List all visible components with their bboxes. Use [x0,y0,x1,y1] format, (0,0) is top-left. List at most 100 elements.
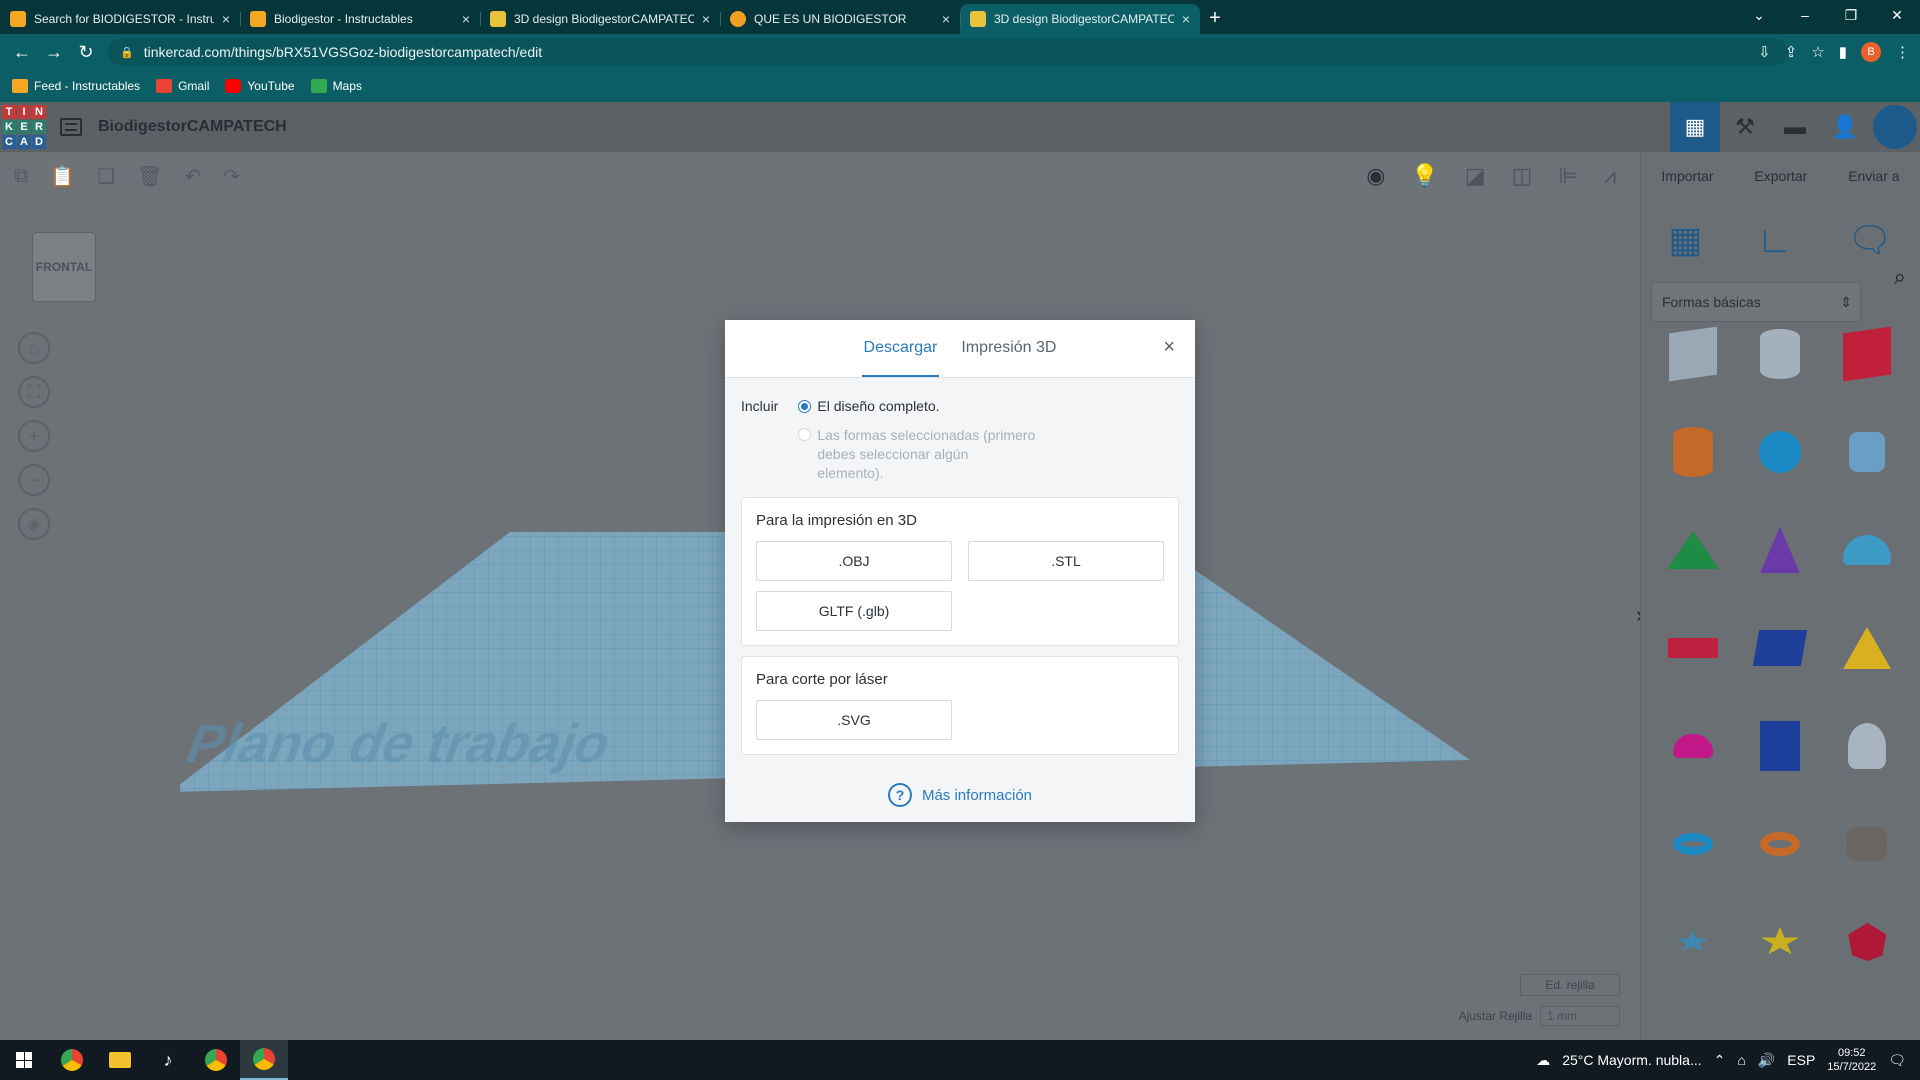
tab-close-icon[interactable]: × [702,11,710,27]
side-panel-icon[interactable]: ▮ [1839,43,1847,61]
back-arrow-icon[interactable]: ← [6,42,38,63]
file-explorer-icon[interactable] [96,1040,144,1080]
send-to-button[interactable]: Enviar a [1848,168,1899,184]
user-avatar[interactable] [1873,105,1917,149]
shapes-category-select[interactable]: Formas básicas ⇕ [1651,282,1861,322]
bricks-icon[interactable]: ▬ [1770,102,1820,152]
import-button[interactable]: Importar [1661,168,1713,184]
tinkercad-logo[interactable]: T I N K E R C A D [2,105,46,149]
volume-icon[interactable]: 🔊 [1758,1052,1775,1069]
browser-tab[interactable]: Search for BIODIGESTOR - Instruc × [0,4,240,34]
profile-avatar[interactable]: B [1861,42,1881,62]
tiktok-icon[interactable]: ♪ [144,1040,192,1080]
notes-icon[interactable]: ◉ [1366,163,1385,189]
kebab-menu-icon[interactable]: ⋮ [1895,43,1910,61]
shape-star[interactable] [1649,910,1736,974]
radio-selected-icon[interactable] [798,400,812,413]
blocks-pickaxe-icon[interactable]: ⚒ [1720,102,1770,152]
view-cube[interactable]: FRONTAL [32,232,96,302]
shape-sphere[interactable] [1736,420,1823,484]
install-icon[interactable]: ⇩ [1758,43,1771,61]
tray-chevron-icon[interactable]: ⌃ [1714,1052,1726,1069]
copy-icon[interactable]: ⧉ [14,165,28,188]
workplane-tool-icon[interactable]: ▦ [1668,219,1702,261]
chrome-taskbar-icon[interactable] [48,1040,96,1080]
tab-close-icon[interactable]: × [942,11,950,27]
start-button[interactable] [0,1040,48,1080]
shape-cone[interactable] [1736,518,1823,582]
close-icon[interactable]: × [1163,336,1175,359]
shape-cylinder[interactable] [1649,420,1736,484]
shape-box-hole[interactable] [1649,322,1736,386]
weather-text[interactable]: 25°C Mayorm. nubla... [1562,1052,1701,1068]
chrome-active-icon[interactable] [240,1040,288,1080]
search-icon[interactable]: ⌕ [1894,264,1906,290]
weather-cloud-icon[interactable]: ☁ [1536,1052,1550,1069]
stl-button[interactable]: .STL [968,541,1164,581]
minimize-icon[interactable]: – [1782,0,1828,30]
home-view-icon[interactable]: ⌂ [18,332,50,364]
snap-grid-select[interactable]: 1 mm [1540,1006,1620,1026]
shape-round-roof[interactable] [1824,518,1911,582]
zoom-out-icon[interactable]: − [18,464,50,496]
browser-tab-active[interactable]: 3D design BiodigestorCAMPATEC × [960,4,1200,34]
notifications-icon[interactable]: 🗨 [1888,1052,1906,1069]
more-info-link[interactable]: ? Más información [741,783,1179,807]
url-input[interactable]: 🔒 tinkercad.com/things/bRX51VGSGoz-biodi… [108,38,1788,66]
ungroup-icon[interactable]: ◫ [1512,163,1533,189]
duplicate-icon[interactable]: ❏ [97,164,115,189]
tab-3d-print[interactable]: Impresión 3D [959,339,1058,377]
shape-roof[interactable] [1649,518,1736,582]
new-tab-button[interactable]: + [1200,4,1230,34]
undo-icon[interactable]: ↶ [185,164,202,189]
paste-icon[interactable]: 📋 [50,164,75,189]
design-menu-icon[interactable] [60,118,82,136]
browser-tab[interactable]: QUE ES UN BIODIGESTOR × [720,4,960,34]
gltf-button[interactable]: GLTF (.glb) [756,591,952,631]
shape-heart[interactable] [1824,812,1911,876]
3d-view-grid-icon[interactable]: ▦ [1670,102,1720,152]
notes-tool-icon[interactable]: 🗨 [1847,219,1893,261]
shape-polygon[interactable] [1736,714,1823,778]
shape-scribble[interactable] [1824,420,1911,484]
bookmark-maps[interactable]: Maps [310,79,362,93]
clock[interactable]: 09:52 15/7/2022 [1827,1046,1876,1074]
svg-button[interactable]: .SVG [756,700,952,740]
bookmark-feed-instructables[interactable]: Feed - Instructables [12,79,140,93]
shape-torus[interactable] [1649,812,1736,876]
export-button[interactable]: Exportar [1754,168,1807,184]
share-icon[interactable]: ⇪ [1785,43,1798,61]
tab-download[interactable]: Descargar [861,339,940,377]
add-user-icon[interactable]: 👤 [1820,102,1870,152]
design-title[interactable]: BiodigestorCAMPATECH [98,118,287,136]
browser-tab[interactable]: Biodigestor - Instructables × [240,4,480,34]
shape-tube[interactable] [1736,812,1823,876]
shape-wedge[interactable] [1736,616,1823,680]
network-icon[interactable]: ⌂ [1737,1052,1745,1068]
edit-grid-button[interactable]: Ed. rejilla [1520,974,1620,996]
shape-box[interactable] [1824,322,1911,386]
shape-paraboloid[interactable] [1824,714,1911,778]
chrome-profile-icon[interactable] [192,1040,240,1080]
tab-search-icon[interactable]: ⌄ [1736,0,1782,30]
shape-text[interactable] [1649,616,1736,680]
tab-close-icon[interactable]: × [462,11,470,27]
star-icon[interactable]: ☆ [1811,43,1824,61]
option-full-design[interactable]: El diseño completo. [798,398,1038,414]
bookmark-youtube[interactable]: YouTube [225,79,295,93]
bookmark-gmail[interactable]: Gmail [156,79,209,93]
shape-half-sphere[interactable] [1649,714,1736,778]
shape-pyramid[interactable] [1824,616,1911,680]
redo-icon[interactable]: ↷ [223,164,240,189]
forward-arrow-icon[interactable]: → [38,42,70,63]
language-indicator[interactable]: ESP [1787,1052,1815,1068]
obj-button[interactable]: .OBJ [756,541,952,581]
restore-icon[interactable]: ❐ [1828,0,1874,30]
delete-icon[interactable]: 🗑 [137,164,162,189]
light-bulb-icon[interactable]: 💡 [1411,163,1438,189]
mirror-icon[interactable]: ⩘ [1604,163,1616,189]
fit-view-icon[interactable]: ⛶ [18,376,50,408]
close-window-icon[interactable]: ✕ [1874,0,1920,30]
group-icon[interactable]: ◪ [1465,163,1486,189]
tab-close-icon[interactable]: × [1182,11,1190,27]
